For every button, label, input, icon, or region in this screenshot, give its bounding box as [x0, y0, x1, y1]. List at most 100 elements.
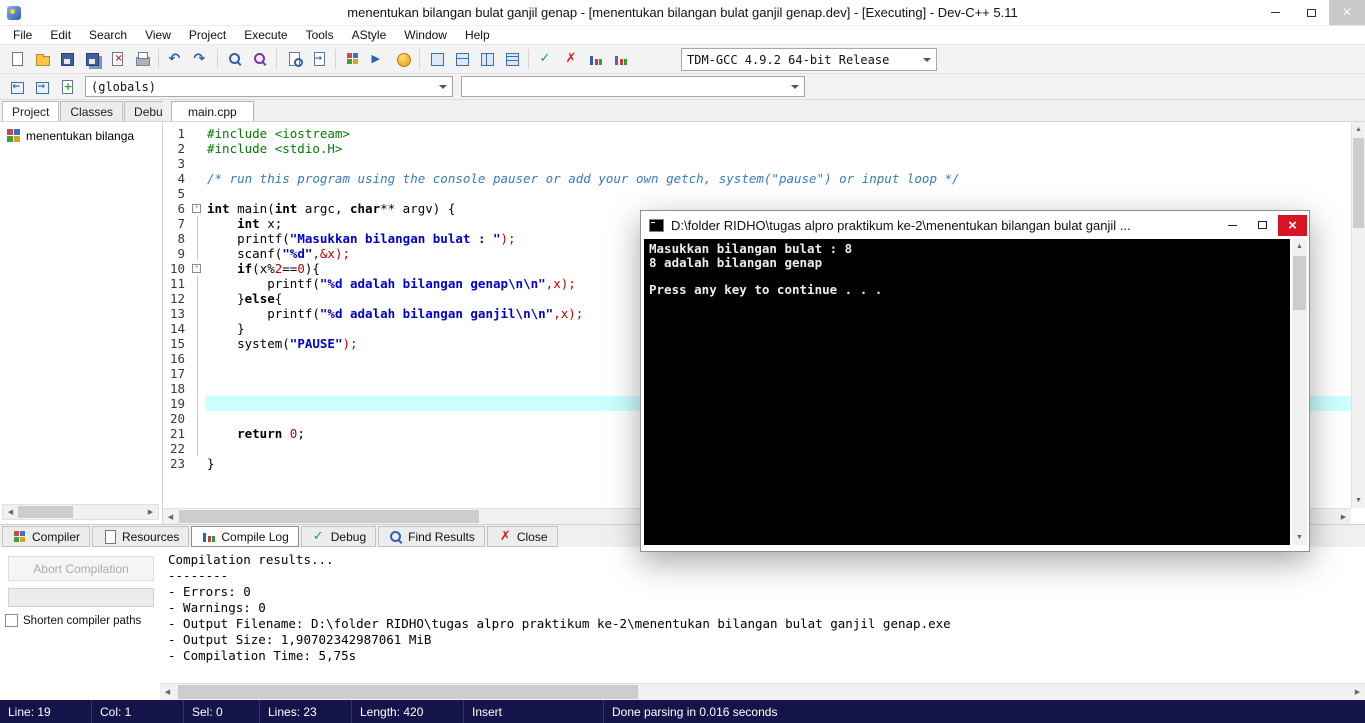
editor-tabs: main.cpp: [171, 101, 254, 121]
run-button[interactable]: [365, 47, 390, 72]
status-segment-0: Line: 19: [0, 700, 92, 723]
checkbox-label: Shorten compiler paths: [23, 614, 142, 627]
tree-item[interactable]: menentukan bilanga: [0, 122, 162, 143]
editor-tab-main.cpp[interactable]: main.cpp: [171, 101, 254, 121]
open-button[interactable]: [29, 47, 54, 72]
open-icon: [34, 51, 50, 67]
undo-button[interactable]: [163, 47, 188, 72]
tab-label: Compiler: [32, 529, 81, 544]
goto-declaration-button[interactable]: [4, 74, 29, 99]
close-file-button[interactable]: [104, 47, 129, 72]
save-all-button[interactable]: [79, 47, 104, 72]
console-minimize-button[interactable]: [1218, 215, 1247, 236]
menu-item-execute[interactable]: Execute: [235, 27, 296, 43]
console-close-button[interactable]: [1278, 214, 1307, 236]
minimize-icon: [1270, 12, 1280, 13]
console-output[interactable]: Masukkan bilangan bulat : 88 adalah bila…: [644, 239, 1290, 545]
menu-item-window[interactable]: Window: [395, 27, 456, 43]
fold-toggle-icon[interactable]: [192, 262, 201, 273]
view-debug-button[interactable]: [474, 47, 499, 72]
menu-item-project[interactable]: Project: [180, 27, 235, 43]
scrollbar-thumb[interactable]: [1293, 256, 1306, 310]
checkbox-icon[interactable]: [5, 614, 18, 627]
scroll-left-icon[interactable]: [3, 505, 18, 519]
menu-item-help[interactable]: Help: [456, 27, 499, 43]
title-bar[interactable]: menentukan bilangan bulat ganjil genap -…: [0, 0, 1365, 26]
console-vscrollbar[interactable]: [1292, 239, 1307, 545]
console-maximize-button[interactable]: [1248, 215, 1277, 236]
shorten-paths-checkbox[interactable]: Shorten compiler paths: [5, 614, 141, 627]
compile-log-panel: Abort Compilation Shorten compiler paths…: [0, 547, 1365, 683]
fold-margin: [191, 321, 205, 336]
close-button[interactable]: [1329, 0, 1365, 25]
new-file-button[interactable]: [4, 47, 29, 72]
view-compile-button[interactable]: [449, 47, 474, 72]
scrollbar-thumb[interactable]: [178, 685, 638, 699]
scroll-left-icon[interactable]: [160, 684, 175, 700]
scroll-right-icon[interactable]: [1350, 684, 1365, 700]
menu-item-tools[interactable]: Tools: [297, 27, 343, 43]
format-icon: [395, 51, 411, 67]
tab-classes[interactable]: Classes: [60, 101, 124, 121]
members-combo[interactable]: [461, 76, 805, 97]
scroll-left-icon[interactable]: [163, 509, 178, 524]
tab-close[interactable]: Close: [486, 526, 558, 547]
fold-toggle-icon[interactable]: [192, 202, 201, 213]
view-report-button[interactable]: [499, 47, 524, 72]
tab-label: Resources: [122, 529, 180, 544]
menu-item-edit[interactable]: Edit: [41, 27, 80, 43]
find-button[interactable]: [222, 47, 247, 72]
scroll-right-icon[interactable]: [143, 505, 158, 519]
project-panel-hscrollbar[interactable]: [2, 504, 159, 520]
compiler-combo[interactable]: TDM-GCC 4.9.2 64-bit Release: [681, 48, 937, 71]
minimize-button[interactable]: [1257, 0, 1293, 25]
undo-icon: [168, 51, 184, 67]
find-next-button[interactable]: [281, 47, 306, 72]
globals-combo[interactable]: (globals): [85, 76, 453, 97]
scroll-right-icon[interactable]: [1336, 509, 1351, 524]
menu-item-view[interactable]: View: [136, 27, 180, 43]
status-segment-6: Done parsing in 0.016 seconds: [612, 704, 778, 719]
scroll-up-icon[interactable]: [1292, 239, 1307, 254]
tab-project[interactable]: Project: [2, 101, 60, 121]
abort-compilation-button[interactable]: [558, 47, 583, 72]
view-project-button[interactable]: [424, 47, 449, 72]
profiling-analysis-button[interactable]: [608, 47, 633, 72]
print-button[interactable]: [129, 47, 154, 72]
tab-compile-log[interactable]: Compile Log: [191, 526, 299, 547]
replace-button[interactable]: [247, 47, 272, 72]
tab-debug[interactable]: Debug: [300, 526, 377, 547]
tab-compiler[interactable]: Compiler: [2, 526, 91, 547]
menu-item-astyle[interactable]: AStyle: [343, 27, 396, 43]
scrollbar-thumb[interactable]: [179, 510, 479, 523]
menu-item-search[interactable]: Search: [80, 27, 136, 43]
save-button[interactable]: [54, 47, 79, 72]
toolbar-separator: [217, 49, 218, 69]
maximize-button[interactable]: [1293, 0, 1329, 25]
redo-button[interactable]: [188, 47, 213, 72]
scrollbar-thumb[interactable]: [18, 506, 73, 518]
tab-label: Debug: [330, 529, 367, 544]
console-title-bar[interactable]: D:\folder RIDHO\tugas alpro praktikum ke…: [641, 211, 1309, 239]
scroll-up-icon[interactable]: [1352, 122, 1365, 137]
fold-margin: [191, 336, 205, 351]
insert-snippet-button[interactable]: [54, 74, 79, 99]
goto-line-button[interactable]: [306, 47, 331, 72]
log-hscrollbar[interactable]: [160, 683, 1365, 700]
tab-resources[interactable]: Resources: [92, 526, 190, 547]
editor-vscrollbar[interactable]: [1351, 122, 1365, 508]
format-button[interactable]: [390, 47, 415, 72]
chevron-down-icon: [923, 57, 931, 66]
abort-compilation-button[interactable]: Abort Compilation: [8, 556, 154, 581]
close-file-icon: [109, 51, 125, 67]
goto-definition-button[interactable]: [29, 74, 54, 99]
scrollbar-thumb[interactable]: [1353, 138, 1364, 228]
run-icon: [370, 51, 386, 67]
menu-item-file[interactable]: File: [4, 27, 41, 43]
profile-button[interactable]: [583, 47, 608, 72]
scroll-down-icon[interactable]: [1292, 530, 1307, 545]
compile-button[interactable]: [340, 47, 365, 72]
scroll-down-icon[interactable]: [1352, 493, 1365, 508]
tab-find-results[interactable]: Find Results: [378, 526, 485, 547]
syntax-check-button[interactable]: [533, 47, 558, 72]
